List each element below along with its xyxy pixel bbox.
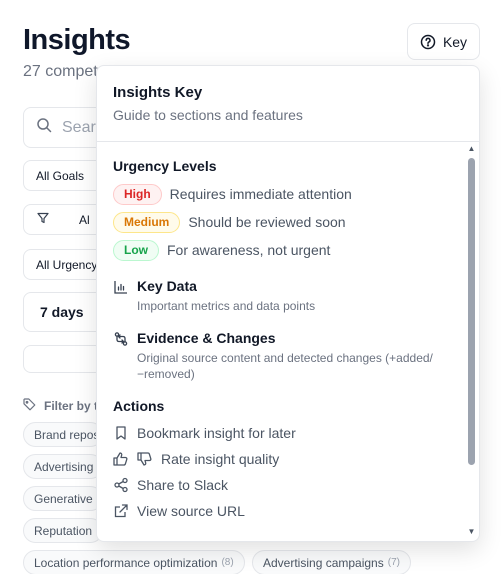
tag-label: Generative bbox=[34, 491, 93, 506]
action-label: Share to Slack bbox=[137, 477, 229, 493]
popover-content[interactable]: Urgency Levels High Requires immediate a… bbox=[97, 142, 467, 541]
feature-key-data: Key Data Important metrics and data poin… bbox=[113, 278, 467, 314]
thumbs-icon bbox=[113, 451, 153, 467]
action-bookmark: Bookmark insight for later bbox=[113, 424, 467, 442]
tag-chip[interactable]: Reputation bbox=[23, 518, 103, 543]
scroll-thumb[interactable] bbox=[468, 158, 475, 465]
tag-label: Location performance optimization bbox=[34, 555, 218, 570]
bookmark-icon bbox=[113, 425, 129, 441]
filter-tags-text: Filter by t bbox=[44, 399, 99, 413]
page-title: Insights bbox=[23, 24, 131, 56]
filter-icon bbox=[37, 212, 49, 227]
low-badge: Low bbox=[113, 239, 159, 261]
scroll-up-arrow[interactable]: ▲ bbox=[467, 144, 476, 153]
external-link-icon bbox=[113, 503, 129, 519]
feature-description: Original source content and detected cha… bbox=[137, 351, 433, 381]
urgency-description: Requires immediate attention bbox=[169, 186, 352, 202]
feature-title: Key Data bbox=[137, 278, 197, 294]
action-label: View source URL bbox=[137, 503, 245, 519]
insights-key-popover: Insights Key Guide to sections and featu… bbox=[96, 65, 480, 542]
feature-evidence-changes: Evidence & Changes Original source conte… bbox=[113, 330, 467, 382]
urgency-row-high: High Requires immediate attention bbox=[113, 183, 467, 205]
tag-chip[interactable]: Brand repos bbox=[23, 422, 103, 447]
help-circle-icon bbox=[420, 34, 436, 50]
popover-subtitle: Guide to sections and features bbox=[113, 107, 303, 123]
tag-label: Brand repos bbox=[34, 427, 100, 442]
urgency-row-low: Low For awareness, not urgent bbox=[113, 239, 467, 261]
tag-chip[interactable]: Location performance optimization (8) bbox=[23, 550, 245, 574]
high-badge: High bbox=[113, 183, 162, 205]
feature-title: Evidence & Changes bbox=[137, 330, 276, 346]
tag-chip[interactable]: Advertising bbox=[23, 454, 103, 479]
urgency-description: For awareness, not urgent bbox=[167, 242, 331, 258]
tag-label: Reputation bbox=[34, 523, 93, 538]
popover-header: Insights Key Guide to sections and featu… bbox=[97, 66, 479, 142]
action-share: Share to Slack bbox=[113, 476, 467, 494]
page-subtitle: 27 compet bbox=[23, 63, 98, 80]
urgency-row-medium: Medium Should be reviewed soon bbox=[113, 211, 467, 233]
action-rate: Rate insight quality bbox=[113, 450, 467, 468]
key-button[interactable]: Key bbox=[407, 23, 480, 60]
key-button-label: Key bbox=[442, 33, 468, 50]
action-label: Bookmark insight for later bbox=[137, 425, 296, 441]
popover-title: Insights Key bbox=[113, 84, 203, 101]
git-compare-icon bbox=[113, 331, 129, 347]
filter-tags-label: Filter by t bbox=[23, 398, 98, 414]
share-icon bbox=[113, 477, 129, 493]
bar-chart-icon bbox=[113, 279, 129, 295]
tag-count: (7) bbox=[387, 557, 400, 568]
tag-chip[interactable]: Generative bbox=[23, 486, 103, 511]
urgency-heading: Urgency Levels bbox=[113, 158, 217, 174]
tag-icon bbox=[23, 398, 36, 414]
actions-heading: Actions bbox=[113, 398, 165, 414]
feature-description: Important metrics and data points bbox=[137, 299, 316, 313]
tag-count: (8) bbox=[221, 557, 234, 568]
medium-badge: Medium bbox=[113, 211, 181, 233]
search-icon bbox=[36, 117, 52, 138]
scroll-down-arrow[interactable]: ▼ bbox=[467, 527, 476, 536]
action-label: Rate insight quality bbox=[161, 451, 280, 467]
popover-scrollbar[interactable]: ▲ ▼ bbox=[467, 144, 476, 540]
tag-label: Advertising campaigns bbox=[263, 555, 384, 570]
action-view-source: View source URL bbox=[113, 502, 467, 520]
tag-label: Advertising bbox=[34, 459, 94, 474]
filter-label: Al bbox=[79, 212, 90, 227]
urgency-description: Should be reviewed soon bbox=[188, 214, 346, 230]
tag-chip[interactable]: Advertising campaigns (7) bbox=[252, 550, 411, 574]
search-placeholder: Sear bbox=[62, 118, 96, 136]
